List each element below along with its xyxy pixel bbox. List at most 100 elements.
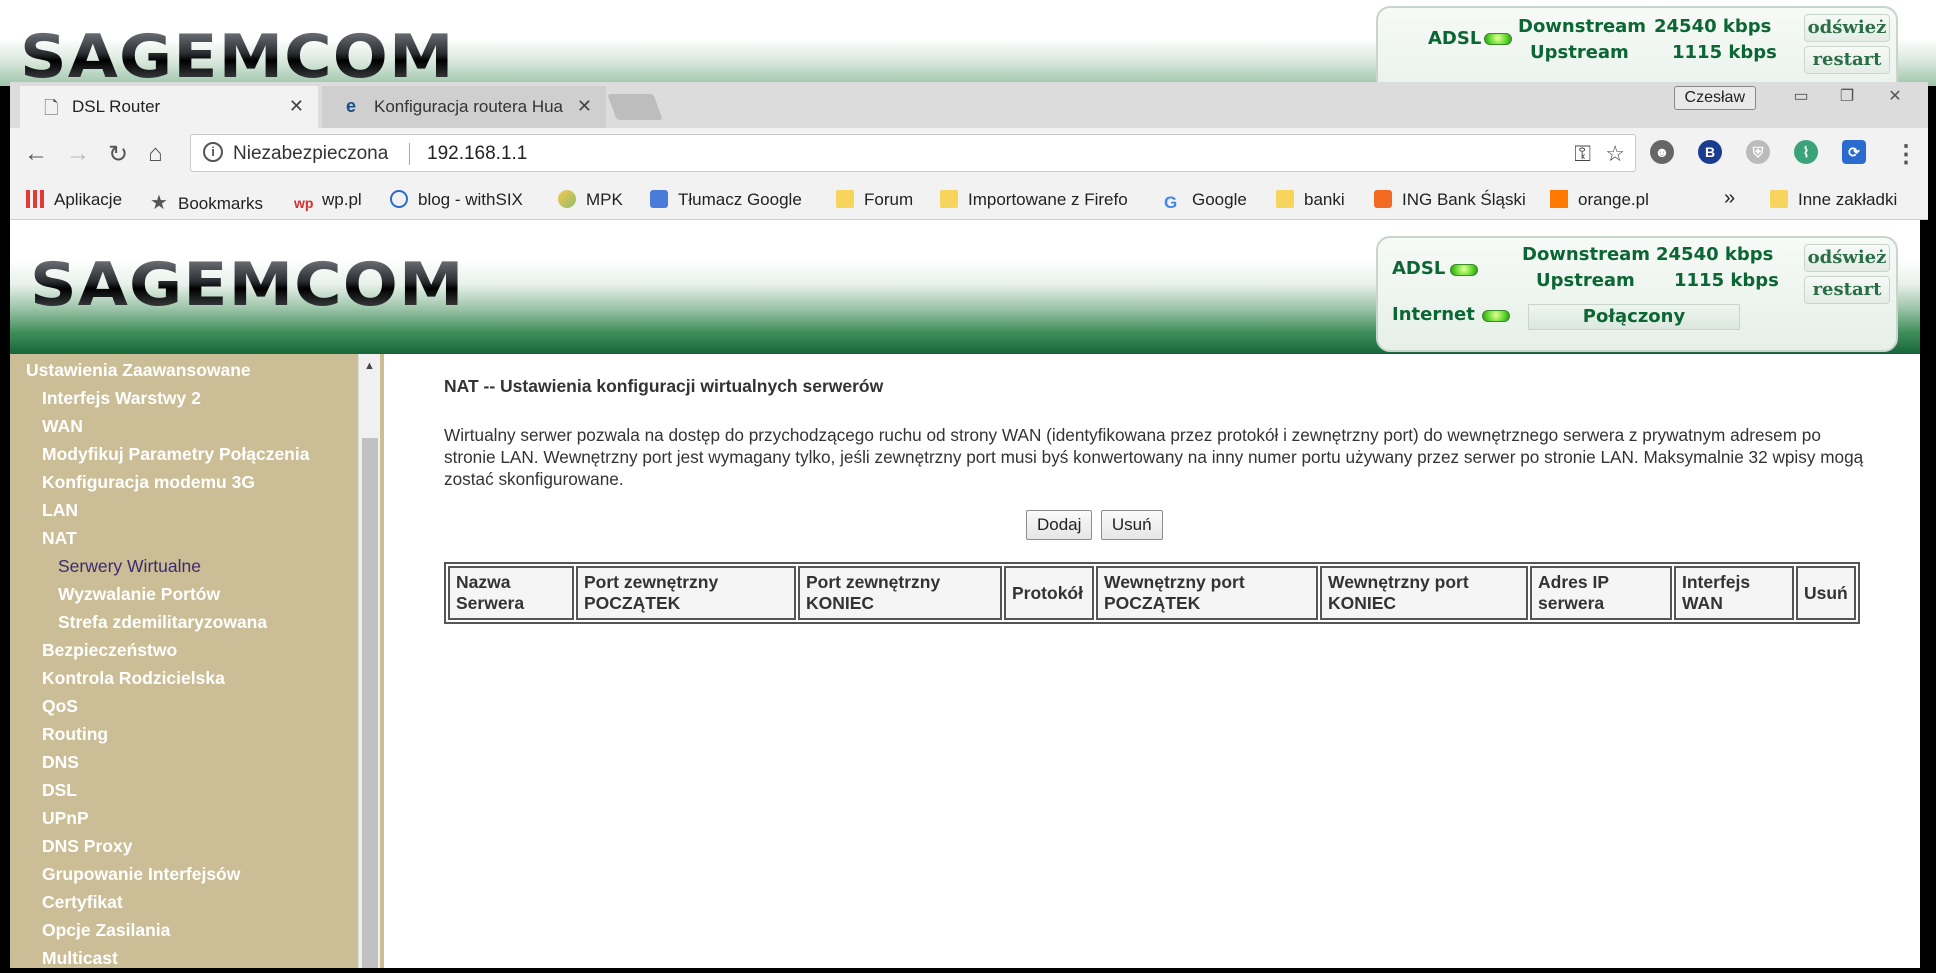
- sidebar-item-lan[interactable]: LAN: [42, 500, 78, 521]
- adsl-label: ADSL: [1392, 258, 1446, 279]
- extension-chat-icon[interactable]: ☻: [1650, 140, 1674, 164]
- address-bar[interactable]: i Niezabezpieczona 192.168.1.1 ⚿ ☆: [190, 134, 1636, 172]
- close-tab-icon[interactable]: ✕: [289, 96, 304, 117]
- apps-grid-icon: [26, 190, 44, 208]
- refresh-button-bg[interactable]: odśwież: [1804, 14, 1890, 42]
- column-header: Port zewnętrzny POCZĄTEK: [576, 566, 796, 620]
- google-icon: G: [1164, 193, 1178, 212]
- sidebar-item-serwery-wirtualne[interactable]: Serwery Wirtualne: [58, 556, 201, 577]
- bookmark-importowane[interactable]: Importowane z Firefo: [940, 190, 1150, 210]
- sidebar: Ustawienia Zaawansowane Interfejs Warstwy…: [10, 354, 384, 968]
- scrollbar-thumb[interactable]: [362, 438, 378, 968]
- sidebar-item-ustawienia-zaawansowane[interactable]: Ustawienia Zaawansowane: [26, 360, 251, 381]
- downstream-value: 24540 kbps: [1654, 16, 1772, 37]
- close-tab-icon[interactable]: ✕: [577, 96, 592, 117]
- remove-button[interactable]: Usuń: [1100, 510, 1163, 540]
- info-icon[interactable]: i: [203, 142, 223, 162]
- mpk-icon: [558, 190, 576, 208]
- sidebar-item-wan[interactable]: WAN: [42, 416, 83, 437]
- extension-b-icon[interactable]: B: [1698, 140, 1722, 164]
- more-bookmarks-button[interactable]: »: [1724, 187, 1735, 210]
- scroll-up-icon[interactable]: ▲: [364, 360, 375, 372]
- forward-icon[interactable]: →: [66, 140, 90, 168]
- close-window-icon[interactable]: ✕: [1876, 84, 1914, 110]
- sidebar-item-dns-proxy[interactable]: DNS Proxy: [42, 836, 132, 857]
- bookmark-google[interactable]: G Google: [1164, 190, 1247, 212]
- upstream-value: 1115 kbps: [1672, 42, 1777, 63]
- sidebar-item-dsl[interactable]: DSL: [42, 780, 77, 801]
- sidebar-item-opcje-zasilania[interactable]: Opcje Zasilania: [42, 920, 170, 941]
- star-icon[interactable]: ☆: [1605, 141, 1625, 167]
- bookmark-wp[interactable]: wp wp.pl: [294, 190, 362, 213]
- restore-icon[interactable]: ❐: [1828, 84, 1866, 110]
- bookmark-orange[interactable]: orange.pl: [1550, 190, 1649, 210]
- sidebar-item-strefa-zdemilitaryzowana[interactable]: Strefa zdemilitaryzowana: [58, 612, 267, 633]
- ing-icon: [1374, 190, 1392, 208]
- new-tab-button[interactable]: [607, 94, 663, 120]
- sidebar-item-grupowanie-interfejs-w[interactable]: Grupowanie Interfejsów: [42, 864, 240, 885]
- sidebar-item-multicast[interactable]: Multicast: [42, 948, 118, 968]
- add-button[interactable]: Dodaj: [1026, 510, 1093, 540]
- downstream-label: Downstream: [1518, 16, 1647, 37]
- bookmark-mpk[interactable]: MPK: [558, 190, 623, 210]
- back-icon[interactable]: ←: [24, 140, 48, 168]
- sidebar-item-routing[interactable]: Routing: [42, 724, 108, 745]
- adsl-label: ADSL: [1428, 28, 1482, 49]
- extension-sync-icon[interactable]: ⟳: [1842, 140, 1866, 164]
- bookmark-bookmarks[interactable]: ★ Bookmarks: [150, 190, 263, 214]
- tab-dsl-router[interactable]: 🗋 DSL Router ✕: [20, 86, 318, 128]
- sidebar-scrollbar[interactable]: ▲: [358, 354, 380, 968]
- tab-konfiguracja[interactable]: e Konfiguracja routera Hua ✕: [322, 86, 606, 128]
- bookmark-withsix[interactable]: blog - withSIX: [390, 190, 523, 210]
- tab-label: Konfiguracja routera Hua: [374, 97, 564, 116]
- sidebar-item-wyzwalanie-port-w[interactable]: Wyzwalanie Portów: [58, 584, 220, 605]
- key-icon[interactable]: ⚿: [1574, 141, 1591, 167]
- restart-button[interactable]: restart: [1804, 276, 1890, 304]
- bookmark-translate[interactable]: Tłumacz Google: [650, 190, 802, 210]
- upstream-label: Upstream: [1536, 270, 1635, 291]
- adsl-led-icon: [1450, 264, 1478, 276]
- virtual-servers-table: Nazwa Serwera Port zewnętrzny POCZĄTEK Port …: [444, 562, 1860, 624]
- translate-icon: [650, 190, 668, 208]
- sidebar-item-modyfikuj-parametry-po-czenia[interactable]: Modyfikuj Parametry Połączenia: [42, 444, 309, 465]
- folder-icon: [940, 190, 958, 208]
- bookmark-forum[interactable]: Forum: [836, 190, 913, 210]
- home-icon[interactable]: ⌂: [148, 140, 163, 168]
- sidebar-item-kontrola-rodzicielska[interactable]: Kontrola Rodzicielska: [42, 668, 225, 689]
- connection-status: Połączony: [1528, 304, 1740, 330]
- action-buttons: Dodaj Usuń: [1026, 510, 1167, 540]
- sidebar-item-qos[interactable]: QoS: [42, 696, 78, 717]
- column-header: Protokół: [1004, 566, 1094, 620]
- status-panel: ADSL Downstream 24540 kbps Upstream 1115…: [1376, 236, 1898, 352]
- minimize-icon[interactable]: ▭: [1782, 84, 1820, 110]
- bookmark-aplikacje[interactable]: Aplikacje: [26, 190, 122, 210]
- bookmark-banki[interactable]: banki: [1276, 190, 1345, 210]
- column-header: Nazwa Serwera: [448, 566, 574, 620]
- sidebar-item-dns[interactable]: DNS: [42, 752, 79, 773]
- status-panel-background: ADSL Downstream 24540 kbps Upstream 1115…: [1376, 6, 1898, 86]
- orange-icon: [1550, 190, 1568, 208]
- extension-clip-icon[interactable]: ⌇: [1794, 140, 1818, 164]
- downstream-value: 24540 kbps: [1656, 244, 1774, 265]
- sidebar-item-nat[interactable]: NAT: [42, 528, 77, 549]
- url-text[interactable]: 192.168.1.1: [427, 143, 527, 165]
- withsix-icon: [390, 190, 408, 208]
- profile-button[interactable]: Czesław: [1673, 86, 1756, 110]
- sidebar-item-certyfikat[interactable]: Certyfikat: [42, 892, 123, 913]
- column-header: Usuń: [1796, 566, 1856, 620]
- column-header: Adres IP serwera: [1530, 566, 1672, 620]
- sidebar-item-konfiguracja-modemu-3g[interactable]: Konfiguracja modemu 3G: [42, 472, 255, 493]
- bookmark-ing[interactable]: ING Bank Śląski: [1374, 190, 1526, 210]
- reload-icon[interactable]: ↻: [108, 140, 128, 169]
- bookmark-inne[interactable]: Inne zakładki: [1770, 190, 1897, 210]
- sidebar-item-upnp[interactable]: UPnP: [42, 808, 89, 829]
- restart-button-bg[interactable]: restart: [1804, 46, 1890, 74]
- refresh-button[interactable]: odśwież: [1804, 244, 1890, 272]
- main-content: NAT -- Ustawienia konfiguracji wirtualny…: [384, 354, 1928, 968]
- menu-dots-icon[interactable]: ⋮: [1894, 140, 1918, 169]
- folder-icon: [1770, 190, 1788, 208]
- sidebar-item-interfejs-warstwy-2[interactable]: Interfejs Warstwy 2: [42, 388, 201, 409]
- extension-shield-icon[interactable]: ⛨: [1746, 140, 1770, 164]
- sidebar-item-bezpiecze-stwo[interactable]: Bezpieczeństwo: [42, 640, 177, 661]
- star-icon: ★: [150, 192, 168, 214]
